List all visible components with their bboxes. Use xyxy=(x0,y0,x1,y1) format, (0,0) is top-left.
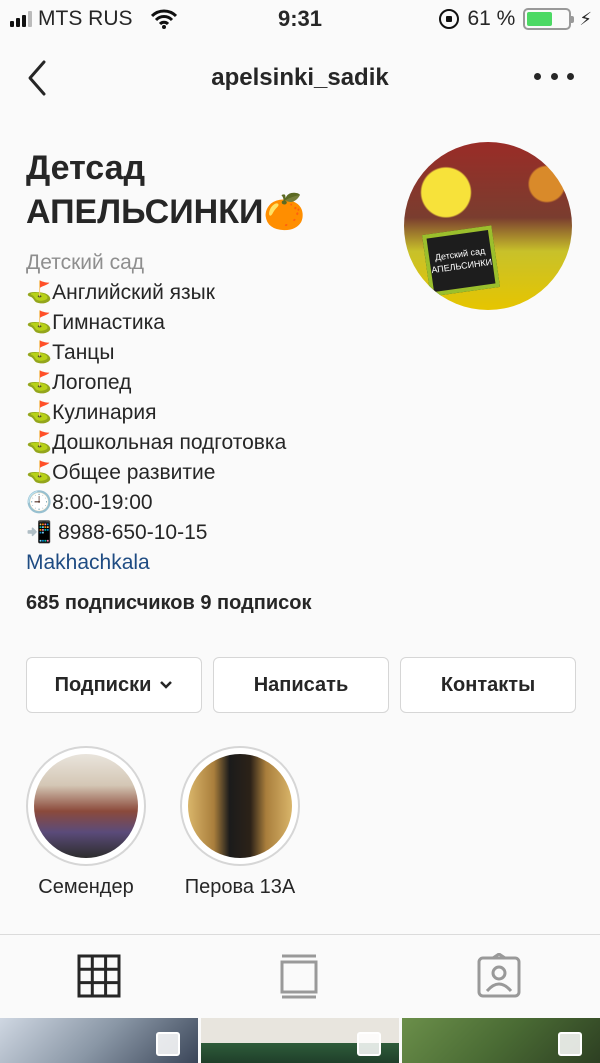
bio-line: 📲 8988-650-10-15 xyxy=(26,521,208,544)
battery-icon xyxy=(523,8,575,30)
post-thumbnail[interactable] xyxy=(402,1018,600,1063)
status-bar: MTS RUS 9:31 61 % ⚡ xyxy=(0,0,600,40)
bio-line: ⛳Дошкольная подготовка xyxy=(26,431,287,454)
highlight-thumbnail xyxy=(34,754,138,858)
avatar[interactable]: Детский сад АПЕЛЬСИНКИ xyxy=(404,142,572,310)
tagged-icon[interactable] xyxy=(476,953,522,999)
profile-name-line1: Детсад xyxy=(26,149,146,187)
page-title: apelsinki_sadik xyxy=(211,64,389,91)
post-thumbnail[interactable] xyxy=(201,1018,399,1063)
bio-line: ⛳Кулинария xyxy=(26,401,157,424)
highlight-label: Семендер xyxy=(38,876,134,898)
bio-line: ⛳Логопед xyxy=(26,371,132,394)
bio-line: ⛳Гимнастика xyxy=(26,311,165,334)
following-button[interactable]: Подписки xyxy=(26,657,202,713)
message-button[interactable]: Написать xyxy=(213,657,389,713)
orientation-lock-icon xyxy=(439,9,460,29)
charging-icon: ⚡ xyxy=(579,8,592,29)
location-link[interactable]: Makhachkala xyxy=(26,548,286,578)
multi-post-icon xyxy=(558,1032,582,1056)
chevron-down-icon xyxy=(160,681,173,689)
bio-line: ⛳Общее развитие xyxy=(26,461,216,484)
bio-line: 🕘8:00-19:00 xyxy=(26,491,153,514)
multi-post-icon xyxy=(357,1032,381,1056)
grid-icon[interactable] xyxy=(76,953,122,999)
status-right-group: 61 % ⚡ xyxy=(439,7,592,31)
profile-category: Детский сад xyxy=(26,251,145,274)
highlight-label: Перова 13А xyxy=(184,876,296,898)
follower-stats[interactable]: 685 подписчиков 9 подписок xyxy=(26,592,312,615)
more-options-icon[interactable] xyxy=(534,64,574,88)
avatar-board-text: Детский сад АПЕЛЬСИНКИ xyxy=(422,225,500,297)
post-grid xyxy=(0,1018,600,1063)
profile-name-line2: АПЕЛЬСИНКИ🍊 xyxy=(26,193,306,231)
feed-icon[interactable] xyxy=(276,953,322,999)
following-button-label: Подписки xyxy=(54,673,152,696)
multi-post-icon xyxy=(156,1032,180,1056)
profile-bio: Детский сад ⛳Английский язык ⛳Гимнастика… xyxy=(26,248,286,578)
contacts-button[interactable]: Контакты xyxy=(400,657,576,713)
battery-level xyxy=(527,12,552,26)
highlight-thumbnail xyxy=(188,754,292,858)
profile-header: apelsinki_sadik xyxy=(0,46,600,110)
story-highlight[interactable]: Семендер xyxy=(26,746,146,899)
highlight-ring xyxy=(180,746,300,866)
profile-name: Детсад АПЕЛЬСИНКИ🍊 xyxy=(26,146,396,234)
battery-percent: 61 % xyxy=(467,7,516,30)
bio-line: ⛳Английский язык xyxy=(26,281,215,304)
post-thumbnail[interactable] xyxy=(0,1018,198,1063)
bio-line: ⛳Танцы xyxy=(26,341,115,364)
profile-tab-bar xyxy=(0,934,600,1018)
story-highlight[interactable]: Перова 13А xyxy=(180,746,300,899)
highlight-ring xyxy=(26,746,146,866)
